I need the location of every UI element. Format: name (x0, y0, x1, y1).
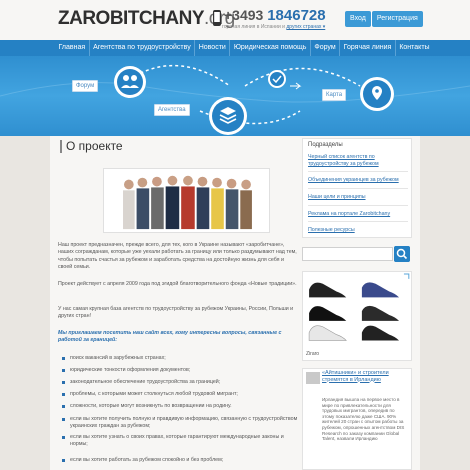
list-item: если вы хотите получить полную и правдив… (58, 416, 298, 432)
bullet-icon (62, 357, 65, 360)
database-paragraph: У нас самая крупная база агентств по тру… (58, 306, 294, 320)
phone-sub-text: горячая линия в Испании и (222, 24, 285, 30)
banner-graphic (0, 64, 470, 135)
sidebar-link-blacklist[interactable]: Черный список агентств по трудоустройств… (308, 154, 408, 168)
list-item: если вы хотите узнать о своих правах, ко… (58, 434, 298, 450)
logo-main-text: ZAROBITCHANY (58, 8, 205, 29)
bullet-icon (62, 418, 65, 421)
list-item: юридические тонкости оформления документ… (58, 367, 298, 377)
search-icon[interactable] (394, 246, 410, 262)
subsections-title: Подразделы (308, 142, 343, 148)
bullet-icon (62, 369, 65, 372)
hero-banner: Форум Агентства Карта (0, 56, 470, 136)
sidebar-link-advertising[interactable]: Реклама на портале Zarobitchany (308, 211, 408, 218)
login-button[interactable]: Вход (345, 11, 371, 27)
bullet-icon (62, 459, 65, 462)
register-button[interactable]: Регистрация (371, 11, 423, 27)
nav-item-legal[interactable]: Юридическая помощь (230, 40, 311, 56)
ad-label: Ziraro (306, 351, 320, 357)
sidebar-divider (308, 221, 408, 222)
nav-item-forum[interactable]: Форум (311, 40, 341, 56)
nav-item-news[interactable]: Новости (195, 40, 231, 56)
phone-prefix: +3493 (224, 7, 264, 23)
sidebar-divider (308, 171, 408, 172)
search-input[interactable] (302, 247, 393, 261)
sidebar-link-resources[interactable]: Полезные ресурсы (308, 227, 408, 234)
nav-item-hotline[interactable]: Горячая линия (340, 40, 396, 56)
main-nav: Главная Агентства по трудоустройству Нов… (55, 40, 430, 56)
page-title: О проекте (60, 140, 123, 153)
since-paragraph: Проект действует с апреля 2009 года под … (58, 281, 297, 287)
ad-banner[interactable] (302, 271, 412, 361)
nav-item-agencies[interactable]: Агентства по трудоустройству (90, 40, 196, 56)
team-photo (103, 168, 270, 233)
news-excerpt: Ирландия вышла на первое место в мире по… (322, 397, 405, 442)
list-item: если вы хотите работать за рубежом споко… (58, 457, 298, 467)
list-item: сложности, которые могут возникнуть по в… (58, 403, 298, 413)
phone-icon (213, 10, 221, 26)
list-item-text: юридические тонкости оформления документ… (70, 367, 191, 373)
nav-item-home[interactable]: Главная (55, 40, 90, 56)
bullet-icon (62, 405, 65, 408)
tag-forum[interactable]: Форум (72, 80, 99, 92)
sidebar-divider (308, 188, 408, 189)
list-item-text: если вы хотите получить полную и правдив… (70, 416, 298, 429)
list-item-text: законодательное обеспечение трудоустройс… (70, 379, 221, 385)
list-item-text: если вы хотите узнать о своих правах, ко… (70, 434, 284, 447)
sidebar-link-goals[interactable]: Наши цели и принципы (308, 194, 408, 201)
phone-subtext: горячая линия в Испании и других странах… (222, 24, 325, 30)
auth-buttons: Вход Регистрация (345, 11, 423, 27)
list-item-text: сложности, которые могут возникнуть по в… (70, 403, 232, 409)
list-item: законодательное обеспечение трудоустройс… (58, 379, 298, 389)
list-item-text: если вы хотите работать за рубежом споко… (70, 457, 224, 463)
site-logo[interactable]: ZAROBITCHANY.org (58, 8, 235, 30)
list-item-text: поиск вакансий в зарубежных странах; (70, 355, 166, 361)
bullet-icon (62, 393, 65, 396)
list-item: поиск вакансий в зарубежных странах; (58, 355, 298, 365)
news-thumbnail[interactable] (306, 372, 320, 384)
bullet-icon (62, 436, 65, 439)
phone-number[interactable]: +3493 1846728 (224, 7, 326, 24)
invite-paragraph: Мы приглашаем посетить наш сайт всех, ко… (58, 330, 282, 344)
sidebar-link-communities[interactable]: Объединения украинцев за рубежом (308, 177, 408, 184)
site-header: ZAROBITCHANY.org +3493 1846728 горячая л… (0, 0, 470, 40)
tag-map[interactable]: Карта (322, 89, 347, 101)
news-headline-link[interactable]: «Айтишники» и строители стремятся в Ирла… (322, 370, 410, 383)
bullet-icon (62, 381, 65, 384)
sidebar-divider (308, 205, 408, 206)
list-item: проблемы, с которыми может столкнуться л… (58, 391, 298, 401)
phone-main: 1846728 (267, 7, 326, 24)
tag-agencies[interactable]: Агентства (154, 104, 190, 116)
intro-paragraph: Наш проект предназначен, прежде всего, д… (58, 242, 297, 270)
list-item-text: проблемы, с которыми может столкнуться л… (70, 391, 238, 397)
nav-item-contacts[interactable]: Контакты (396, 40, 433, 56)
other-countries-link[interactable]: других странах ▾ (286, 24, 325, 30)
